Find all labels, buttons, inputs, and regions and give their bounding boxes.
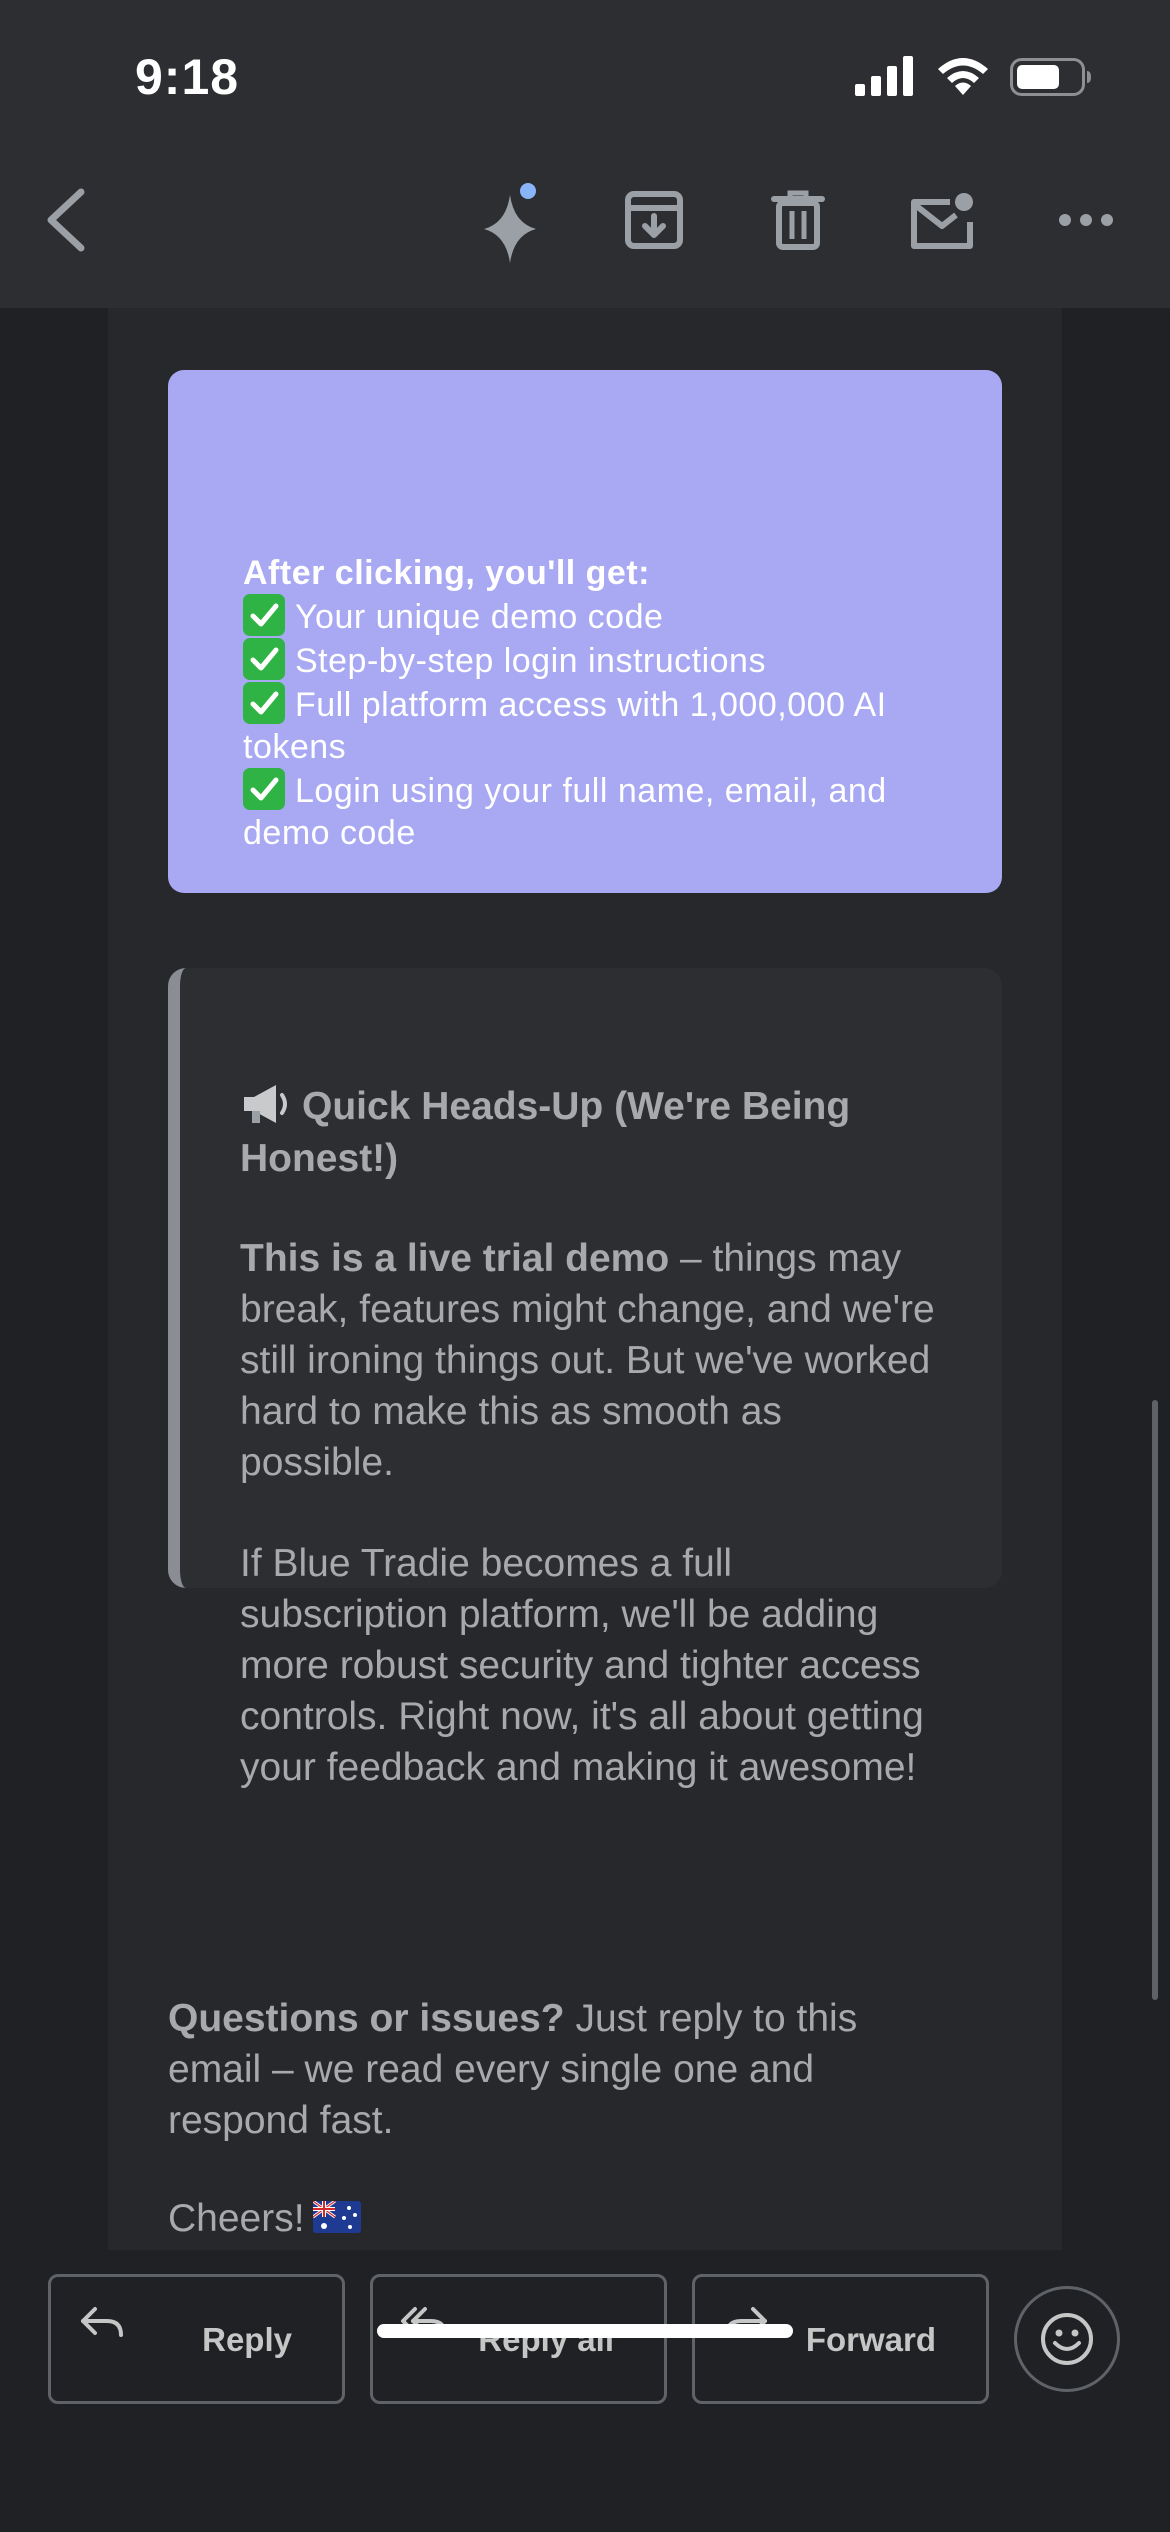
archive-icon: [625, 191, 683, 249]
notice-paragraph-1: This is a live trial demo – things may b…: [240, 1233, 940, 1488]
gemini-button[interactable]: [470, 160, 550, 280]
demo-item: Login using your full name, email, and d…: [243, 768, 943, 854]
signoff: Cheers!: [168, 2193, 361, 2244]
email-toolbar: [0, 160, 1170, 290]
notice-emphasis: This is a live trial demo: [240, 1237, 670, 1280]
questions-paragraph: Questions or issues? Just reply to this …: [168, 1993, 958, 2146]
forward-label: Forward: [805, 2321, 936, 2358]
mark-unread-button[interactable]: [902, 160, 982, 280]
trash-icon: [771, 190, 825, 250]
home-indicator[interactable]: [377, 2324, 793, 2338]
notice-title: Quick Heads-Up (We're Being Honest!): [240, 1081, 940, 1185]
more-options-button[interactable]: [1046, 160, 1126, 280]
delete-button[interactable]: [758, 160, 838, 280]
emoji-reaction-button[interactable]: [1014, 2286, 1120, 2392]
demo-heading: After clicking, you'll get:: [243, 554, 650, 592]
notice-paragraph-2: If Blue Tradie becomes a full subscripti…: [240, 1542, 924, 1789]
demo-item: Full platform access with 1,000,000 AI t…: [243, 682, 943, 768]
demo-item: Your unique demo code: [243, 594, 943, 638]
reply-label: Reply: [202, 2321, 292, 2358]
signoff-text: Cheers!: [168, 2197, 305, 2240]
forward-button[interactable]: Forward: [692, 2274, 989, 2404]
sparkle-icon: [484, 183, 536, 263]
top-header: 9:18: [0, 0, 1170, 308]
megaphone-icon: [244, 1085, 287, 1123]
australia-flag-icon: [312, 2201, 361, 2233]
back-button[interactable]: [25, 160, 105, 280]
heads-up-notice: Quick Heads-Up (We're Being Honest!) Thi…: [168, 968, 1002, 1789]
notice-title-text: Quick Heads-Up (We're Being Honest!): [240, 1085, 851, 1180]
demo-item: Step-by-step login instructions: [243, 638, 943, 682]
status-time: 9:18: [135, 49, 240, 105]
archive-button[interactable]: [614, 160, 694, 280]
email-body: After clicking, you'll get: Your unique …: [108, 308, 1062, 2250]
more-icon: [1059, 214, 1113, 226]
demo-item-text: Step-by-step login instructions: [295, 642, 766, 680]
back-arrow-icon: [47, 188, 85, 252]
wifi-icon: [938, 58, 988, 95]
demo-item-text: Full platform access with 1,000,000 AI t…: [243, 686, 887, 766]
check-mark-icon: [243, 638, 285, 680]
cellular-signal-icon: [855, 56, 913, 96]
check-mark-icon: [243, 682, 285, 724]
reply-icon: [81, 2307, 123, 2337]
smiley-icon: [1041, 2313, 1093, 2365]
scrollbar[interactable]: [1152, 1400, 1158, 2000]
reply-all-button[interactable]: Reply all: [370, 2274, 667, 2404]
mark-unread-icon: [911, 193, 973, 249]
status-bar: 9:18: [0, 0, 1170, 150]
battery-icon: [1010, 58, 1091, 96]
check-mark-icon: [243, 768, 285, 810]
demo-info-box: After clicking, you'll get: Your unique …: [168, 370, 1002, 893]
reply-button[interactable]: Reply: [48, 2274, 345, 2404]
bottom-action-bar: Reply Reply all Forward: [0, 2250, 1170, 2532]
questions-emphasis: Questions or issues?: [168, 1997, 565, 2040]
check-mark-icon: [243, 594, 285, 636]
demo-item-text: Login using your full name, email, and d…: [243, 772, 887, 852]
demo-item-text: Your unique demo code: [295, 598, 664, 636]
